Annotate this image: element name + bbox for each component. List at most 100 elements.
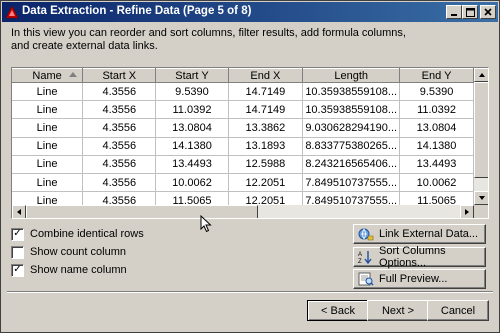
table-cell[interactable]: 8.243216565406...	[302, 155, 401, 174]
column-header-start-y[interactable]: Start Y	[155, 68, 229, 83]
table-cell[interactable]: 11.0392	[155, 100, 229, 120]
sort-columns-options-label: Sort Columns Options...	[379, 245, 446, 269]
table-cell[interactable]: 13.0804	[155, 118, 229, 138]
scroll-down-button[interactable]	[474, 191, 488, 205]
table-cell[interactable]: 11.5065	[155, 191, 229, 205]
table-cell[interactable]: 13.4493	[155, 155, 229, 174]
combine-identical-rows-label: Combine identical rows	[30, 228, 144, 240]
close-button[interactable]	[480, 5, 496, 19]
horizontal-scrollbar[interactable]	[12, 205, 474, 218]
cancel-button[interactable]: Cancel	[427, 300, 489, 321]
combine-identical-rows-checkbox[interactable]: ✓	[11, 227, 24, 241]
column-header-length[interactable]: Length	[302, 68, 401, 83]
table-cell[interactable]: 11.0392	[399, 100, 474, 120]
table-cell[interactable]: 13.1893	[228, 137, 304, 156]
sort-columns-options-button[interactable]: AZ Sort Columns Options...	[353, 245, 486, 269]
close-icon	[484, 8, 492, 16]
table-cell[interactable]: 4.3556	[82, 191, 157, 205]
table-row[interactable]: Line 4.3556 14.1380 13.1893 8.833775380265..…	[12, 137, 474, 156]
show-name-column-checkbox[interactable]: ✓	[11, 263, 24, 277]
table-cell[interactable]: 7.849510737555...	[302, 173, 401, 193]
vertical-scrollbar[interactable]	[474, 68, 488, 205]
column-header-name[interactable]: Name	[12, 68, 84, 83]
minimize-icon	[451, 14, 457, 16]
horizontal-scroll-thumb[interactable]	[26, 205, 258, 218]
scroll-left-button[interactable]	[12, 205, 26, 218]
table-cell[interactable]: Line	[12, 100, 84, 120]
table-cell[interactable]: 12.5988	[228, 155, 304, 174]
link-external-data-label: Link External Data...	[379, 228, 479, 240]
scrollbar-corner	[474, 205, 488, 218]
table-cell[interactable]: 10.0062	[155, 173, 229, 193]
table-cell[interactable]: Line	[12, 118, 84, 138]
arrow-down-icon	[479, 196, 485, 200]
show-name-column-option[interactable]: ✓ Show name column	[11, 263, 127, 277]
scroll-up-button[interactable]	[474, 68, 488, 82]
table-cell[interactable]: 10.0062	[399, 173, 474, 193]
svg-text:A: A	[358, 252, 362, 258]
table-cell[interactable]: 9.5390	[399, 82, 474, 102]
show-count-column-option[interactable]: Show count column	[11, 245, 126, 259]
results-table: Name Start X Start Y End X Length End Y …	[12, 68, 474, 205]
table-cell[interactable]: Line	[12, 155, 84, 174]
table-header-row: Name Start X Start Y End X Length End Y	[12, 68, 474, 83]
table-cell[interactable]: 14.7149	[228, 100, 304, 120]
table-cell[interactable]: 9.030628294190...	[302, 118, 401, 138]
table-cell[interactable]: 13.0804	[399, 118, 474, 138]
table-cell[interactable]: Line	[12, 82, 84, 102]
table-row[interactable]: Line 4.3556 13.0804 13.3862 9.030628294190..…	[12, 118, 474, 138]
data-grid[interactable]: Name Start X Start Y End X Length End Y …	[11, 67, 489, 219]
maximize-button[interactable]	[462, 5, 478, 19]
table-cell[interactable]: 14.1380	[155, 137, 229, 156]
show-name-column-label: Show name column	[30, 264, 127, 276]
mouse-cursor-icon	[200, 215, 212, 233]
table-row[interactable]: Line 4.3556 11.5065 12.2051 7.849510737555..…	[12, 191, 474, 205]
show-count-column-label: Show count column	[30, 246, 126, 258]
arrow-right-icon	[465, 209, 469, 215]
table-cell[interactable]: Line	[12, 191, 84, 205]
table-row[interactable]: Line 4.3556 11.0392 14.7149 10.35938559108..…	[12, 100, 474, 120]
show-count-column-checkbox[interactable]	[11, 245, 24, 259]
table-cell[interactable]: Line	[12, 137, 84, 156]
scroll-right-button[interactable]	[460, 205, 474, 218]
table-cell[interactable]: 12.2051	[228, 191, 304, 205]
table-cell[interactable]: 10.35938559108...	[302, 100, 401, 120]
table-cell[interactable]: 10.35938559108...	[302, 82, 401, 102]
table-cell[interactable]: 12.2051	[228, 173, 304, 193]
column-header-start-x[interactable]: Start X	[82, 68, 157, 83]
table-cell[interactable]: 4.3556	[82, 100, 157, 120]
column-header-end-y[interactable]: End Y	[399, 68, 474, 83]
title-bar[interactable]: Data Extraction - Refine Data (Page 5 of…	[2, 2, 498, 22]
table-cell[interactable]: 9.5390	[155, 82, 229, 102]
table-cell[interactable]: 4.3556	[82, 137, 157, 156]
full-preview-button[interactable]: Full Preview...	[353, 269, 486, 289]
column-header-end-x[interactable]: End X	[228, 68, 304, 83]
link-icon	[358, 227, 374, 241]
table-cell[interactable]: 4.3556	[82, 173, 157, 193]
table-row[interactable]: Line 4.3556 13.4493 12.5988 8.243216565406..…	[12, 155, 474, 174]
table-cell[interactable]: 4.3556	[82, 155, 157, 174]
table-cell[interactable]: 4.3556	[82, 118, 157, 138]
table-cell[interactable]: 4.3556	[82, 82, 157, 102]
sort-ascending-icon	[69, 72, 78, 77]
vertical-scroll-thumb[interactable]	[474, 82, 488, 178]
link-external-data-button[interactable]: Link External Data...	[353, 224, 486, 244]
minimize-button[interactable]	[446, 5, 462, 19]
svg-text:Z: Z	[358, 259, 362, 264]
table-cell[interactable]: 13.3862	[228, 118, 304, 138]
table-cell[interactable]: 7.849510737555...	[302, 191, 401, 205]
combine-identical-rows-option[interactable]: ✓ Combine identical rows	[11, 227, 144, 241]
table-cell[interactable]: 8.833775380265...	[302, 137, 401, 156]
sort-icon: AZ	[358, 250, 374, 264]
back-button[interactable]: < Back	[307, 300, 369, 321]
table-cell[interactable]: Line	[12, 173, 84, 193]
maximize-icon	[465, 7, 475, 17]
table-row[interactable]: Line 4.3556 10.0062 12.2051 7.849510737555..…	[12, 173, 474, 193]
table-cell[interactable]: 11.5065	[399, 191, 474, 205]
next-button[interactable]: Next >	[367, 300, 429, 321]
table-row[interactable]: Line 4.3556 9.5390 14.7149 10.35938559108...…	[12, 82, 474, 102]
table-cell[interactable]: 14.7149	[228, 82, 304, 102]
autocad-app-icon	[5, 5, 19, 19]
table-cell[interactable]: 13.4493	[399, 155, 474, 174]
table-cell[interactable]: 14.1380	[399, 137, 474, 156]
